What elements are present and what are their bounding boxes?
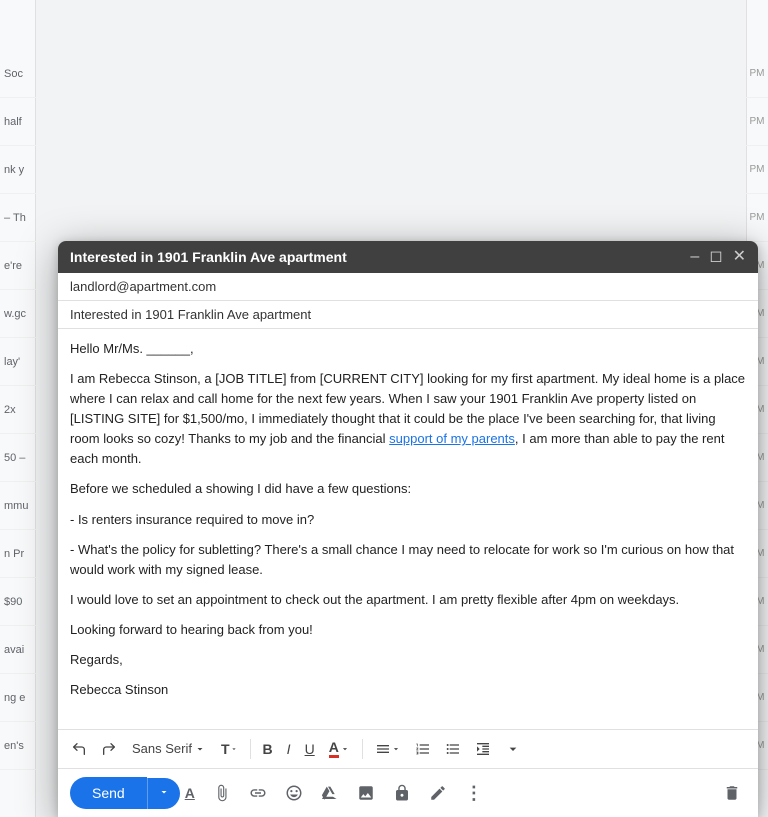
left-label-5: w.gc [0, 290, 36, 338]
close-icon[interactable]: ✕ [733, 249, 746, 265]
right-time-2: PM [746, 146, 768, 194]
delete-draft-button[interactable] [718, 779, 746, 807]
compose-actions-bar: Send A [58, 768, 758, 817]
signature: Rebecca Stinson [70, 680, 746, 700]
subject-value: Interested in 1901 Franklin Ave apartmen… [70, 307, 311, 322]
left-label-12: avai [0, 626, 36, 674]
greeting: Hello Mr/Ms. ______, [70, 339, 746, 359]
minimize-icon[interactable]: – [690, 249, 699, 265]
subject-field[interactable]: Interested in 1901 Franklin Ave apartmen… [58, 301, 758, 329]
toolbar-sep-1 [250, 739, 251, 759]
question-2: - What's the policy for subletting? Ther… [70, 540, 746, 580]
paragraph-2: Before we scheduled a showing I did have… [70, 479, 746, 499]
parents-link[interactable]: support of my parents [389, 431, 515, 446]
left-label-13: ng e [0, 674, 36, 722]
more-formatting-button[interactable] [500, 737, 526, 761]
compose-title: Interested in 1901 Franklin Ave apartmen… [70, 249, 347, 265]
toolbar-sep-2 [362, 739, 363, 759]
signature-button[interactable] [424, 779, 452, 807]
left-label-2: nk y [0, 146, 36, 194]
action-icons-group: A ⋮ [180, 778, 489, 809]
font-size-button[interactable]: T [216, 737, 243, 761]
expand-icon[interactable]: ◻ [709, 249, 722, 265]
left-label-8: 50 – [0, 434, 36, 482]
left-label-4: e're [0, 242, 36, 290]
drive-button[interactable] [316, 779, 344, 807]
font-name-label: Sans Serif [132, 741, 192, 756]
align-button[interactable] [370, 737, 406, 761]
question-1: - Is renters insurance required to move … [70, 510, 746, 530]
bold-button[interactable]: B [258, 737, 278, 761]
compose-header: Interested in 1901 Franklin Ave apartmen… [58, 241, 758, 273]
left-label-10: n Pr [0, 530, 36, 578]
text-color-button[interactable]: A [324, 736, 355, 762]
left-label-11: $90 [0, 578, 36, 626]
attach-button[interactable] [208, 779, 236, 807]
numbered-list-button[interactable] [410, 737, 436, 761]
to-field[interactable]: landlord@apartment.com [58, 273, 758, 301]
more-options-button[interactable]: ⋮ [460, 778, 489, 809]
font-selector-button[interactable]: Sans Serif [126, 738, 212, 759]
send-group: Send [70, 777, 180, 809]
right-time-1: PM [746, 98, 768, 146]
left-label-3: – Th [0, 194, 36, 242]
underline-button[interactable]: U [300, 737, 320, 761]
left-label-0: Soc [0, 50, 36, 98]
right-time-3: PM [746, 194, 768, 242]
italic-button[interactable]: I [282, 737, 296, 761]
bullet-list-button[interactable] [440, 737, 466, 761]
compose-body[interactable]: Hello Mr/Ms. ______, I am Rebecca Stinso… [58, 329, 758, 729]
send-dropdown-button[interactable] [147, 778, 180, 809]
photo-button[interactable] [352, 779, 380, 807]
compose-window-controls: – ◻ ✕ [690, 249, 746, 265]
indent-button[interactable] [470, 737, 496, 761]
compose-window: Interested in 1901 Franklin Ave apartmen… [58, 241, 758, 817]
lock-button[interactable] [388, 779, 416, 807]
left-label-1: half [0, 98, 36, 146]
insert-link-button[interactable] [244, 779, 272, 807]
closing: Looking forward to hearing back from you… [70, 620, 746, 640]
formatting-toolbar: Sans Serif T B I U A [58, 729, 758, 768]
text-formatting-button[interactable]: A [180, 780, 200, 806]
right-time-0: PM [746, 50, 768, 98]
to-value: landlord@apartment.com [70, 279, 216, 294]
redo-button[interactable] [96, 737, 122, 761]
left-labels-container: Soc half nk y – Th e're w.gc lay' 2x 50 … [0, 0, 36, 817]
left-label-7: 2x [0, 386, 36, 434]
paragraph-1: I am Rebecca Stinson, a [JOB TITLE] from… [70, 369, 746, 470]
send-button[interactable]: Send [70, 777, 147, 809]
emoji-button[interactable] [280, 779, 308, 807]
undo-button[interactable] [66, 737, 92, 761]
left-label-14: en's [0, 722, 36, 770]
left-label-6: lay' [0, 338, 36, 386]
paragraph-3: I would love to set an appointment to ch… [70, 590, 746, 610]
left-label-9: mmu [0, 482, 36, 530]
regards: Regards, [70, 650, 746, 670]
